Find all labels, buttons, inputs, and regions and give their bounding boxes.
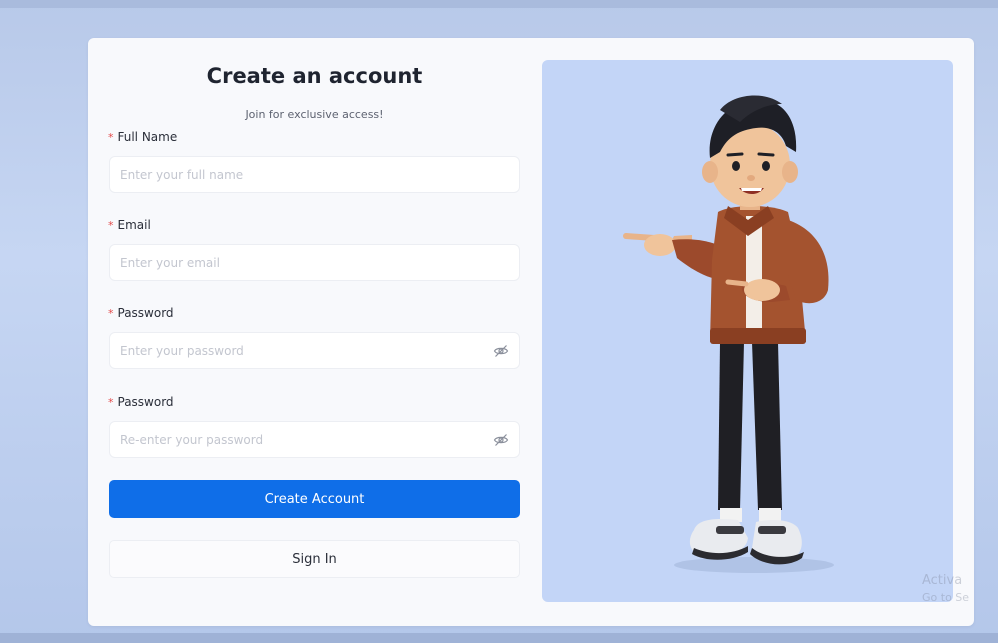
illustration-panel: [542, 60, 953, 602]
signup-form: Create an account Join for exclusive acc…: [88, 38, 541, 626]
top-edge-bar: [0, 0, 998, 8]
full-name-input[interactable]: [109, 156, 520, 193]
email-input[interactable]: [109, 244, 520, 281]
email-label: * Email: [108, 218, 151, 232]
full-name-label-text: Full Name: [117, 130, 178, 144]
email-label-text: Email: [117, 218, 151, 232]
password-label-text: Password: [117, 306, 174, 320]
page-subtitle: Join for exclusive access!: [245, 108, 384, 121]
eye-off-icon[interactable]: [493, 432, 509, 448]
page-title: Create an account: [206, 64, 423, 88]
required-marker: *: [108, 131, 114, 144]
confirm-password-label: * Password: [108, 395, 174, 409]
eye-off-icon[interactable]: [493, 343, 509, 359]
password-input[interactable]: [109, 332, 520, 369]
required-marker: *: [108, 307, 114, 320]
bottom-edge-bar: [0, 633, 998, 643]
confirm-password-input[interactable]: [109, 421, 520, 458]
activation-watermark: Activa Go to Se: [922, 572, 969, 606]
confirm-password-label-text: Password: [117, 395, 174, 409]
required-marker: *: [108, 396, 114, 409]
watermark-line2: Go to Se: [922, 591, 970, 604]
watermark-line1: Activa: [922, 573, 963, 588]
signup-card: Create an account Join for exclusive acc…: [88, 38, 974, 626]
required-marker: *: [108, 219, 114, 232]
create-account-button[interactable]: Create Account: [109, 480, 520, 518]
full-name-label: * Full Name: [108, 130, 177, 144]
sign-in-button[interactable]: Sign In: [109, 540, 520, 578]
password-label: * Password: [108, 306, 174, 320]
cartoon-man-illustration: [623, 95, 834, 573]
